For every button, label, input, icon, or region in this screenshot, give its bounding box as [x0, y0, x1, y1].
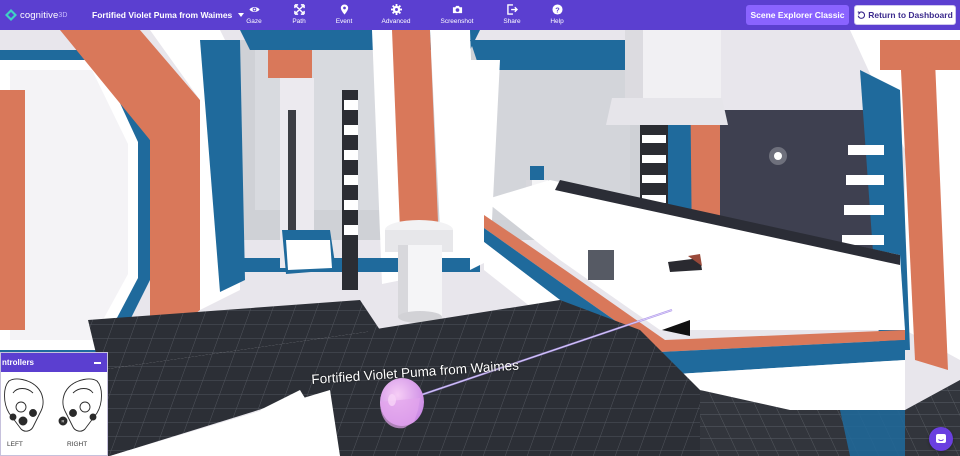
svg-text:L: L — [27, 420, 30, 425]
map-pin-icon — [340, 4, 348, 15]
logo-wordmark: cognitive3D — [20, 9, 68, 21]
return-to-dashboard-button[interactable]: Return to Dashboard — [854, 5, 956, 25]
scene-viewport[interactable]: Fortified Violet Puma from Waimes — [0, 30, 960, 456]
cognitive3d-logo-icon — [5, 9, 17, 21]
scene-segmented-column — [342, 90, 358, 290]
svg-text:?: ? — [555, 5, 560, 14]
tool-gaze-label: Gaze — [246, 18, 262, 25]
support-chat-button[interactable] — [929, 427, 953, 451]
svg-text:R: R — [62, 419, 65, 424]
app-logo[interactable]: cognitive3D — [4, 6, 68, 24]
tool-help[interactable]: ? Help — [535, 4, 579, 28]
session-title: Fortified Violet Puma from Waimes — [92, 10, 233, 20]
right-controller-label: RIGHT — [67, 441, 88, 448]
left-controller-icon — [4, 378, 44, 432]
right-controller-icon — [58, 378, 102, 432]
tool-share[interactable]: Share — [490, 4, 534, 28]
tool-event[interactable]: Event — [322, 4, 366, 28]
undo-icon — [857, 11, 866, 19]
controllers-panel: ntrollers L R LEFT RIGHT — [0, 352, 108, 456]
tool-advanced[interactable]: Advanced — [374, 4, 418, 28]
return-to-dashboard-label: Return to Dashboard — [868, 10, 953, 20]
tool-event-label: Event — [335, 18, 353, 25]
controllers-panel-header: ntrollers — [1, 353, 107, 372]
collapse-icon[interactable] — [94, 357, 102, 367]
tool-gaze[interactable]: Gaze — [232, 4, 276, 28]
controllers-illustration: L R — [4, 378, 102, 432]
share-icon — [506, 4, 518, 15]
gear-icon — [390, 4, 402, 15]
chat-icon — [936, 434, 946, 443]
tool-path[interactable]: Path — [277, 4, 321, 28]
camera-icon — [452, 5, 462, 14]
tool-help-label: Help — [550, 18, 564, 25]
eye-icon — [248, 7, 260, 12]
tool-path-label: Path — [292, 18, 306, 25]
tool-share-label: Share — [503, 18, 521, 25]
tool-screenshot-label: Screenshot — [440, 18, 474, 25]
controllers-panel-title: ntrollers — [2, 358, 35, 367]
help-icon: ? — [551, 4, 563, 15]
session-selector[interactable]: Fortified Violet Puma from Waimes — [92, 8, 245, 22]
tool-advanced-label: Advanced — [381, 18, 411, 25]
scene-explorer-classic-button[interactable]: Scene Explorer Classic — [746, 5, 849, 25]
left-controller-label: LEFT — [7, 441, 23, 448]
tool-screenshot[interactable]: Screenshot — [435, 4, 479, 28]
scene-render — [0, 30, 960, 456]
top-bar: cognitive3D Fortified Violet Puma from W… — [0, 0, 960, 30]
path-icon — [293, 4, 305, 15]
